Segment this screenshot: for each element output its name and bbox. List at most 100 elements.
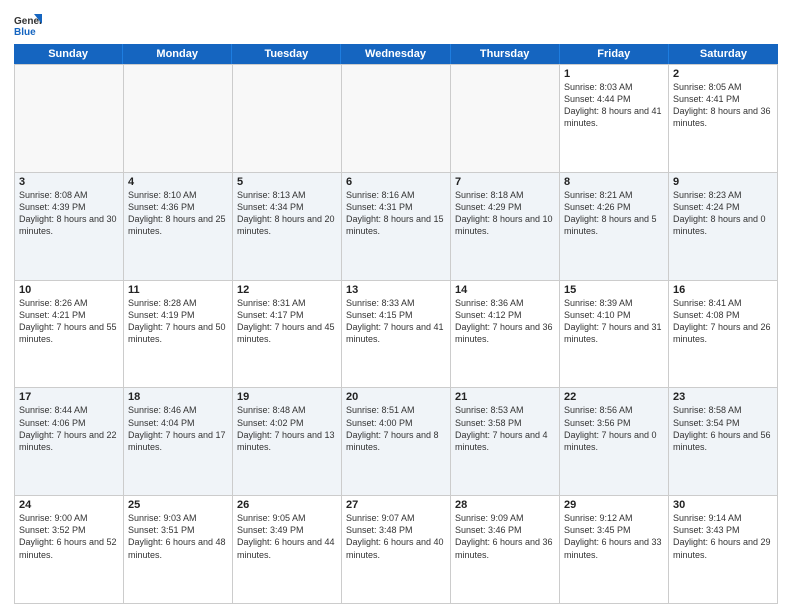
calendar-body: 1Sunrise: 8:03 AM Sunset: 4:44 PM Daylig… [14, 64, 778, 604]
day-number: 30 [673, 499, 773, 511]
weekday-header: Sunday [14, 44, 123, 64]
weekday-header: Wednesday [341, 44, 450, 64]
cell-info: Sunrise: 8:16 AM Sunset: 4:31 PM Dayligh… [346, 189, 446, 238]
calendar-cell: 26Sunrise: 9:05 AM Sunset: 3:49 PM Dayli… [233, 496, 342, 603]
calendar-week: 24Sunrise: 9:00 AM Sunset: 3:52 PM Dayli… [15, 496, 778, 604]
cell-info: Sunrise: 8:05 AM Sunset: 4:41 PM Dayligh… [673, 81, 773, 130]
calendar-cell: 28Sunrise: 9:09 AM Sunset: 3:46 PM Dayli… [451, 496, 560, 603]
cell-info: Sunrise: 8:03 AM Sunset: 4:44 PM Dayligh… [564, 81, 664, 130]
day-number: 16 [673, 284, 773, 296]
cell-info: Sunrise: 8:46 AM Sunset: 4:04 PM Dayligh… [128, 404, 228, 453]
day-number: 23 [673, 391, 773, 403]
cell-info: Sunrise: 8:41 AM Sunset: 4:08 PM Dayligh… [673, 297, 773, 346]
day-number: 28 [455, 499, 555, 511]
cell-info: Sunrise: 8:51 AM Sunset: 4:00 PM Dayligh… [346, 404, 446, 453]
calendar-cell: 7Sunrise: 8:18 AM Sunset: 4:29 PM Daylig… [451, 173, 560, 280]
calendar-cell: 6Sunrise: 8:16 AM Sunset: 4:31 PM Daylig… [342, 173, 451, 280]
calendar-cell: 5Sunrise: 8:13 AM Sunset: 4:34 PM Daylig… [233, 173, 342, 280]
cell-info: Sunrise: 8:36 AM Sunset: 4:12 PM Dayligh… [455, 297, 555, 346]
calendar-cell: 3Sunrise: 8:08 AM Sunset: 4:39 PM Daylig… [15, 173, 124, 280]
cell-info: Sunrise: 9:07 AM Sunset: 3:48 PM Dayligh… [346, 512, 446, 561]
cell-info: Sunrise: 9:14 AM Sunset: 3:43 PM Dayligh… [673, 512, 773, 561]
cell-info: Sunrise: 8:33 AM Sunset: 4:15 PM Dayligh… [346, 297, 446, 346]
cell-info: Sunrise: 8:56 AM Sunset: 3:56 PM Dayligh… [564, 404, 664, 453]
cell-info: Sunrise: 8:48 AM Sunset: 4:02 PM Dayligh… [237, 404, 337, 453]
calendar-cell: 10Sunrise: 8:26 AM Sunset: 4:21 PM Dayli… [15, 281, 124, 388]
calendar-cell: 2Sunrise: 8:05 AM Sunset: 4:41 PM Daylig… [669, 65, 778, 172]
calendar-cell: 17Sunrise: 8:44 AM Sunset: 4:06 PM Dayli… [15, 388, 124, 495]
calendar-cell: 12Sunrise: 8:31 AM Sunset: 4:17 PM Dayli… [233, 281, 342, 388]
calendar-cell: 27Sunrise: 9:07 AM Sunset: 3:48 PM Dayli… [342, 496, 451, 603]
calendar-cell: 21Sunrise: 8:53 AM Sunset: 3:58 PM Dayli… [451, 388, 560, 495]
calendar-cell: 30Sunrise: 9:14 AM Sunset: 3:43 PM Dayli… [669, 496, 778, 603]
calendar-week: 10Sunrise: 8:26 AM Sunset: 4:21 PM Dayli… [15, 281, 778, 389]
logo: General Blue [14, 10, 42, 38]
cell-info: Sunrise: 9:12 AM Sunset: 3:45 PM Dayligh… [564, 512, 664, 561]
calendar-cell: 1Sunrise: 8:03 AM Sunset: 4:44 PM Daylig… [560, 65, 669, 172]
calendar-cell: 29Sunrise: 9:12 AM Sunset: 3:45 PM Dayli… [560, 496, 669, 603]
cell-info: Sunrise: 8:18 AM Sunset: 4:29 PM Dayligh… [455, 189, 555, 238]
day-number: 27 [346, 499, 446, 511]
day-number: 5 [237, 176, 337, 188]
day-number: 17 [19, 391, 119, 403]
calendar-cell: 20Sunrise: 8:51 AM Sunset: 4:00 PM Dayli… [342, 388, 451, 495]
calendar-week: 17Sunrise: 8:44 AM Sunset: 4:06 PM Dayli… [15, 388, 778, 496]
cell-info: Sunrise: 8:39 AM Sunset: 4:10 PM Dayligh… [564, 297, 664, 346]
cell-info: Sunrise: 9:05 AM Sunset: 3:49 PM Dayligh… [237, 512, 337, 561]
logo-icon: General Blue [14, 10, 42, 38]
day-number: 22 [564, 391, 664, 403]
day-number: 21 [455, 391, 555, 403]
day-number: 2 [673, 68, 773, 80]
calendar-cell [451, 65, 560, 172]
weekday-header: Monday [123, 44, 232, 64]
day-number: 1 [564, 68, 664, 80]
calendar-cell [124, 65, 233, 172]
cell-info: Sunrise: 9:09 AM Sunset: 3:46 PM Dayligh… [455, 512, 555, 561]
cell-info: Sunrise: 8:13 AM Sunset: 4:34 PM Dayligh… [237, 189, 337, 238]
day-number: 6 [346, 176, 446, 188]
day-number: 4 [128, 176, 228, 188]
weekday-header: Friday [560, 44, 669, 64]
day-number: 24 [19, 499, 119, 511]
day-number: 12 [237, 284, 337, 296]
day-number: 9 [673, 176, 773, 188]
cell-info: Sunrise: 8:23 AM Sunset: 4:24 PM Dayligh… [673, 189, 773, 238]
day-number: 7 [455, 176, 555, 188]
header: General Blue [14, 10, 778, 38]
cell-info: Sunrise: 8:53 AM Sunset: 3:58 PM Dayligh… [455, 404, 555, 453]
day-number: 14 [455, 284, 555, 296]
calendar-cell: 9Sunrise: 8:23 AM Sunset: 4:24 PM Daylig… [669, 173, 778, 280]
calendar-cell: 24Sunrise: 9:00 AM Sunset: 3:52 PM Dayli… [15, 496, 124, 603]
calendar-cell: 19Sunrise: 8:48 AM Sunset: 4:02 PM Dayli… [233, 388, 342, 495]
day-number: 18 [128, 391, 228, 403]
calendar-week: 3Sunrise: 8:08 AM Sunset: 4:39 PM Daylig… [15, 173, 778, 281]
day-number: 10 [19, 284, 119, 296]
calendar-cell: 16Sunrise: 8:41 AM Sunset: 4:08 PM Dayli… [669, 281, 778, 388]
day-number: 8 [564, 176, 664, 188]
cell-info: Sunrise: 8:28 AM Sunset: 4:19 PM Dayligh… [128, 297, 228, 346]
cell-info: Sunrise: 8:44 AM Sunset: 4:06 PM Dayligh… [19, 404, 119, 453]
calendar-header-row: SundayMondayTuesdayWednesdayThursdayFrid… [14, 44, 778, 64]
calendar-cell: 14Sunrise: 8:36 AM Sunset: 4:12 PM Dayli… [451, 281, 560, 388]
calendar-cell [15, 65, 124, 172]
day-number: 29 [564, 499, 664, 511]
cell-info: Sunrise: 9:03 AM Sunset: 3:51 PM Dayligh… [128, 512, 228, 561]
day-number: 25 [128, 499, 228, 511]
weekday-header: Tuesday [232, 44, 341, 64]
calendar-cell: 25Sunrise: 9:03 AM Sunset: 3:51 PM Dayli… [124, 496, 233, 603]
day-number: 3 [19, 176, 119, 188]
calendar-cell: 8Sunrise: 8:21 AM Sunset: 4:26 PM Daylig… [560, 173, 669, 280]
cell-info: Sunrise: 8:21 AM Sunset: 4:26 PM Dayligh… [564, 189, 664, 238]
calendar-cell [233, 65, 342, 172]
calendar-cell: 13Sunrise: 8:33 AM Sunset: 4:15 PM Dayli… [342, 281, 451, 388]
cell-info: Sunrise: 8:10 AM Sunset: 4:36 PM Dayligh… [128, 189, 228, 238]
calendar-cell: 11Sunrise: 8:28 AM Sunset: 4:19 PM Dayli… [124, 281, 233, 388]
svg-text:Blue: Blue [14, 27, 36, 38]
calendar-cell [342, 65, 451, 172]
day-number: 15 [564, 284, 664, 296]
cell-info: Sunrise: 8:58 AM Sunset: 3:54 PM Dayligh… [673, 404, 773, 453]
cell-info: Sunrise: 8:26 AM Sunset: 4:21 PM Dayligh… [19, 297, 119, 346]
calendar-cell: 4Sunrise: 8:10 AM Sunset: 4:36 PM Daylig… [124, 173, 233, 280]
calendar: SundayMondayTuesdayWednesdayThursdayFrid… [14, 44, 778, 604]
day-number: 13 [346, 284, 446, 296]
